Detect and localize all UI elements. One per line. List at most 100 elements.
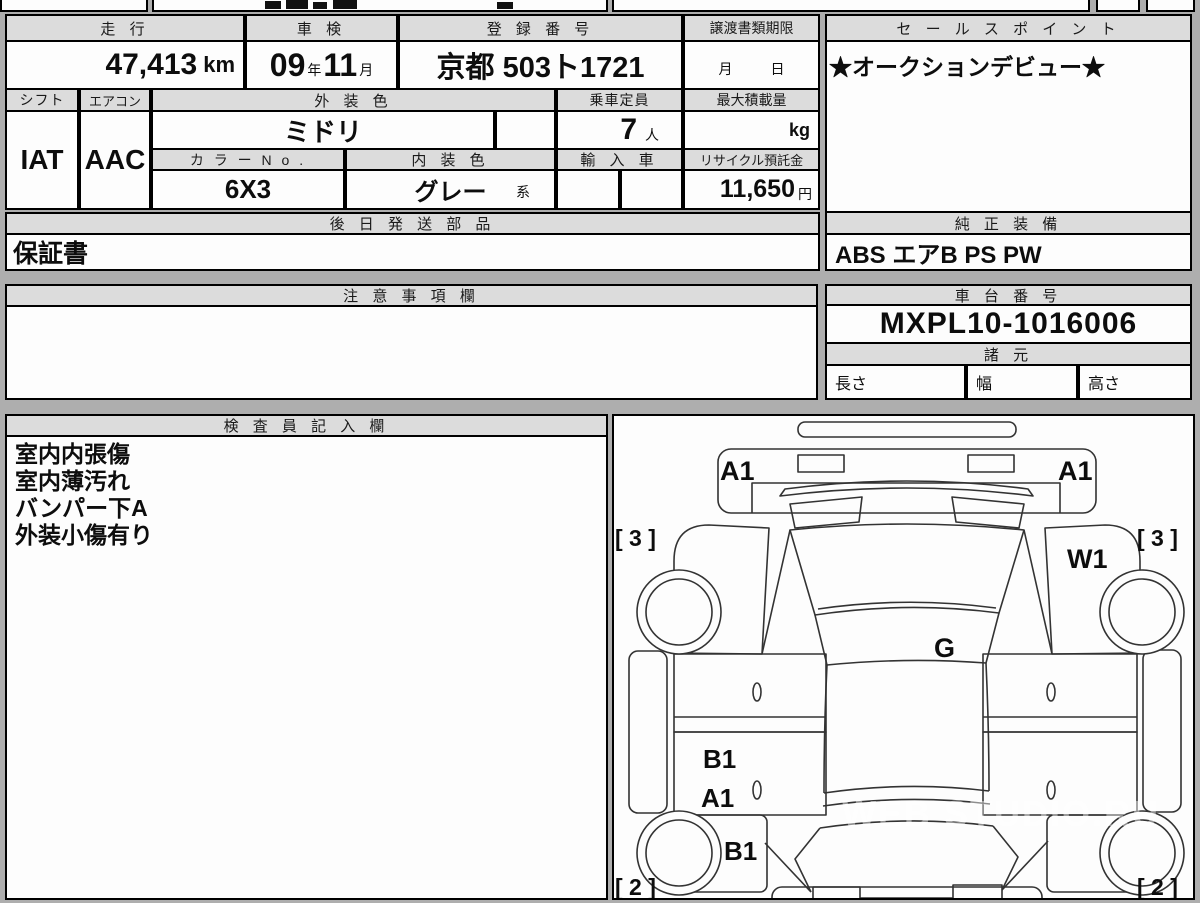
color-no-value: 6X3 bbox=[151, 169, 345, 210]
tire-grade-rear-left: [ 2 ] bbox=[615, 874, 656, 898]
cutoff-row-cell bbox=[152, 0, 608, 12]
exterior-color-extra-cell bbox=[495, 110, 556, 150]
sill-right bbox=[1142, 649, 1182, 813]
front-left-wheel bbox=[636, 569, 722, 655]
cutoff-row-cell bbox=[1096, 0, 1140, 12]
sales-point-value: ★オークションデビュー★ bbox=[829, 54, 1105, 80]
later-parts-header: 後 日 発 送 部 品 bbox=[5, 212, 820, 235]
bumper-detail-right bbox=[967, 454, 1015, 473]
quarter-flare-right bbox=[992, 825, 1019, 891]
car-diagram: A1 A1 W1 G B1 A1 B1 [ 3 ] [ 3 ] [ 2 ] [ … bbox=[615, 421, 1185, 903]
inspection-header: 車 検 bbox=[245, 14, 398, 42]
imported-cell-2 bbox=[620, 169, 683, 210]
windshield-bottom-arc bbox=[826, 659, 987, 666]
inspector-notes-header: 検 査 員 記 入 欄 bbox=[5, 414, 608, 437]
inspector-notes-list: 室内内張傷 室内薄汚れ バンパー下A 外装小傷有り bbox=[7, 437, 606, 553]
chassis-no-header: 車 台 番 号 bbox=[825, 284, 1192, 306]
inspector-notes-box: 室内内張傷 室内薄汚れ バンパー下A 外装小傷有り bbox=[5, 435, 608, 900]
aircon-header: エアコン bbox=[79, 88, 151, 112]
truncated-text-fragment bbox=[313, 2, 327, 9]
auction-sheet: { "page": { "background": "#aeaeae", "pa… bbox=[0, 0, 1200, 903]
damage-mark-front-bumper-right: A1 bbox=[1058, 456, 1093, 486]
truncated-text-fragment bbox=[286, 0, 308, 9]
aircon-value: AAC bbox=[79, 110, 151, 210]
later-parts-value: 保証書 bbox=[5, 233, 820, 271]
inspection-month: 11 bbox=[323, 46, 358, 83]
door-handle-mark bbox=[752, 682, 762, 702]
tire-grade-front-right: [ 3 ] bbox=[1137, 525, 1178, 551]
interior-color-name: グレー bbox=[414, 179, 487, 206]
recycle-deposit-number: 11,650 bbox=[719, 175, 795, 203]
door-handle-mark bbox=[1046, 682, 1056, 702]
windshield-right-edge bbox=[985, 612, 1000, 664]
genuine-equipment-value: ABS エアB PS PW bbox=[825, 233, 1192, 271]
shift-value: IAT bbox=[5, 110, 79, 210]
front-door-right bbox=[982, 653, 1138, 733]
bumper-detail-left bbox=[797, 454, 845, 473]
cutoff-row-cell bbox=[0, 0, 148, 12]
transfer-deadline-header: 譲渡書類期限 bbox=[683, 14, 820, 42]
registration-value: 京都 503ト1721 bbox=[398, 40, 683, 90]
recycle-deposit-header: リサイクル預託金 bbox=[683, 148, 820, 171]
mileage-unit: km bbox=[203, 52, 235, 77]
max-load-header: 最大積載量 bbox=[683, 88, 820, 112]
damage-mark-rear-door-left-1: B1 bbox=[703, 744, 736, 774]
capacity-header: 乗車定員 bbox=[556, 88, 683, 112]
sales-point-header: セ ー ル ス ポ イ ン ト bbox=[825, 14, 1192, 42]
transfer-day-suffix: 日 bbox=[770, 61, 785, 77]
color-no-header: カ ラ ー N o . bbox=[151, 148, 345, 171]
capacity-value: 7 人 bbox=[556, 110, 683, 150]
max-load-value: kg bbox=[683, 110, 820, 150]
damage-mark-rear-door-left-2: A1 bbox=[701, 783, 734, 813]
sill-left bbox=[628, 650, 668, 814]
damage-mark-front-fender-right: W1 bbox=[1067, 544, 1108, 574]
tire-grade-front-left: [ 3 ] bbox=[615, 525, 656, 551]
inspection-year: 09 bbox=[269, 46, 306, 83]
interior-color-value: グレー 系 bbox=[345, 169, 556, 210]
genuine-equipment-header: 純 正 装 備 bbox=[825, 211, 1192, 235]
exterior-color-header: 外 装 色 bbox=[151, 88, 556, 112]
max-load-unit: kg bbox=[788, 119, 810, 140]
transfer-month-suffix: 月 bbox=[718, 61, 733, 77]
exterior-color-value: ミドリ bbox=[151, 110, 495, 150]
inspector-note-line: 外装小傷有り bbox=[15, 522, 153, 548]
truncated-text-fragment bbox=[497, 2, 513, 9]
inspection-year-suffix: 年 bbox=[307, 62, 322, 78]
cautions-box bbox=[5, 305, 818, 400]
interior-color-suffix: 系 bbox=[516, 184, 530, 200]
door-handle-mark bbox=[752, 780, 762, 800]
roof-right-edge bbox=[985, 662, 990, 792]
cutoff-row-cell bbox=[1146, 0, 1195, 12]
capacity-unit: 人 bbox=[645, 127, 659, 143]
hood bbox=[789, 523, 1025, 616]
registration-header: 登 録 番 号 bbox=[398, 14, 683, 42]
cutoff-row-cell bbox=[612, 0, 1090, 12]
spec-height-cell: 高さ bbox=[1078, 364, 1192, 400]
truncated-text-fragment bbox=[333, 0, 357, 9]
quarter-diagonal-right bbox=[1001, 840, 1049, 891]
rear-door-left bbox=[673, 731, 827, 816]
specs-header: 諸 元 bbox=[825, 342, 1192, 366]
spec-length-cell: 長さ bbox=[825, 364, 966, 400]
cautions-header: 注 意 事 項 欄 bbox=[5, 284, 818, 307]
imported-cell-1 bbox=[556, 169, 620, 210]
rear-bumper-detail-left bbox=[812, 886, 861, 903]
recycle-deposit-unit: 円 bbox=[798, 185, 812, 202]
chassis-no-value: MXPL10-1016006 bbox=[825, 304, 1192, 344]
inspector-note-line: 室内内張傷 bbox=[15, 441, 130, 467]
transfer-deadline-value: 月 日 bbox=[683, 40, 820, 90]
damage-diagram-box: A1 A1 W1 G B1 A1 B1 [ 3 ] [ 3 ] [ 2 ] [ … bbox=[612, 414, 1195, 903]
capacity-number: 7 bbox=[620, 113, 637, 146]
quarter-diagonal-left bbox=[764, 842, 812, 893]
inspection-value: 09 年 11 月 bbox=[245, 40, 398, 90]
damage-mark-windshield: G bbox=[934, 633, 955, 663]
tire-grade-rear-right: [ 2 ] bbox=[1137, 874, 1178, 898]
damage-mark-front-bumper-left: A1 bbox=[720, 456, 755, 486]
front-door-left bbox=[673, 653, 827, 733]
inspector-note-line: バンパー下A bbox=[15, 495, 148, 521]
damage-mark-quarter-left: B1 bbox=[724, 836, 757, 866]
recycle-deposit-value: 11,650 円 bbox=[683, 169, 820, 210]
mileage-header: 走 行 bbox=[5, 14, 245, 42]
imported-header: 輸 入 車 bbox=[556, 148, 683, 171]
mileage-number: 47,413 bbox=[105, 48, 198, 81]
